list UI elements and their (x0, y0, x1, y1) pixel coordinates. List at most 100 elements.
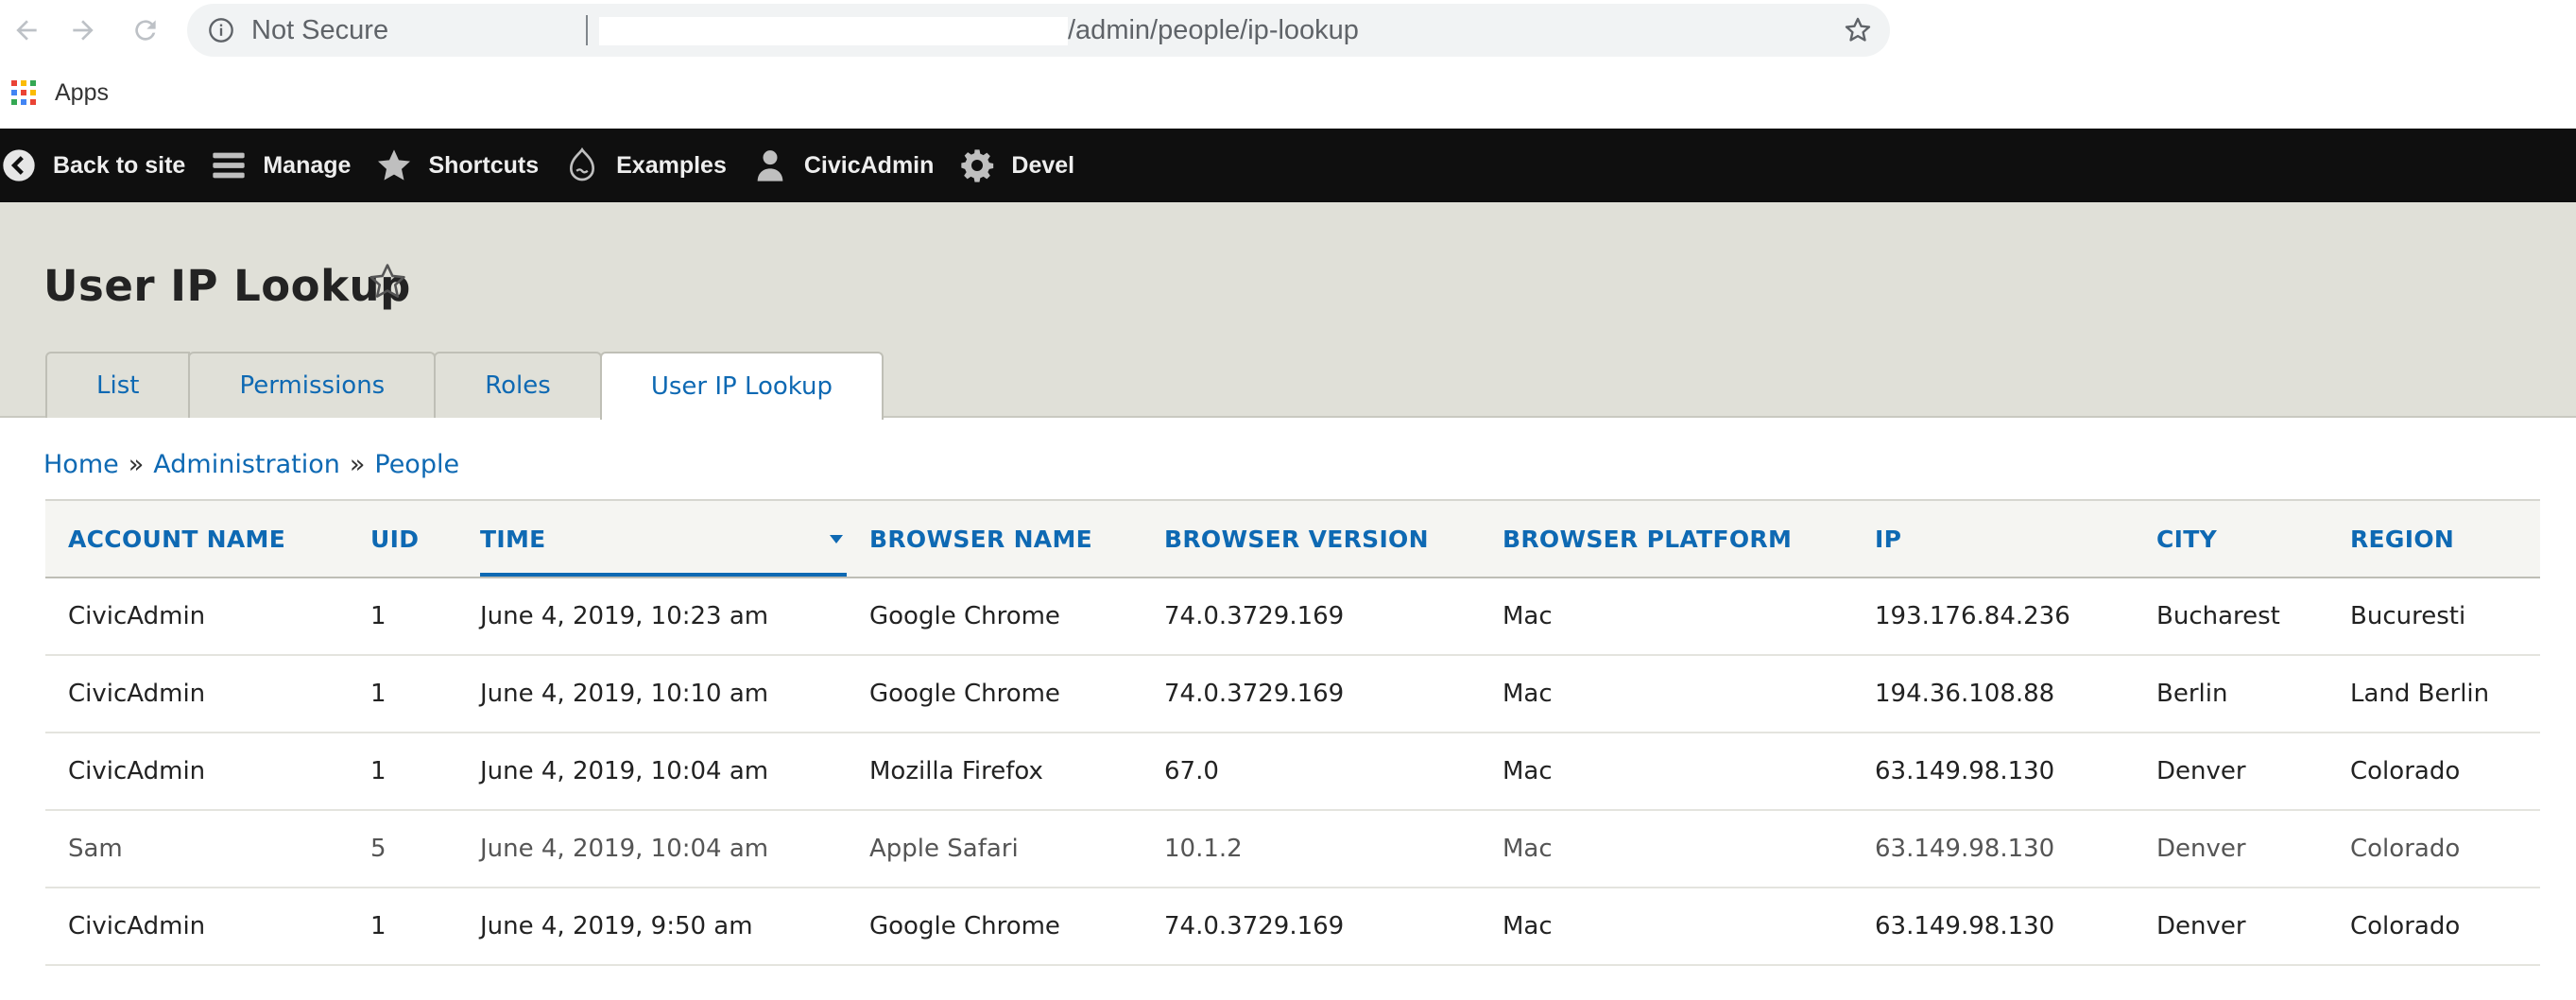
cell-ip: 63.149.98.130 (1875, 912, 2055, 940)
cell-uid: 5 (370, 835, 386, 863)
toolbar-manage[interactable]: Manage (210, 129, 375, 202)
tab-user-ip-lookup-label: User IP Lookup (650, 372, 833, 401)
apps-label: Apps (55, 78, 109, 106)
cell-browser-name: Mozilla Firefox (869, 757, 1043, 785)
tab-roles[interactable]: Roles (434, 352, 602, 418)
cell-region: Colorado (2350, 757, 2461, 785)
page-header: User IP Lookup List Permissions Roles Us… (0, 202, 2576, 420)
apps-grid-icon (11, 80, 36, 105)
address-separator (586, 15, 588, 45)
apps-grid-dot (21, 80, 26, 86)
cell-city: Berlin (2156, 680, 2228, 708)
table-header-row: ACCOUNT NAME UID TIME BROWSER NAME BROWS… (45, 500, 2540, 578)
tab-roles-label: Roles (485, 371, 551, 400)
toolbar-shortcuts[interactable]: Shortcuts (375, 129, 563, 202)
tab-list[interactable]: List (45, 352, 191, 418)
address-bar[interactable]: Not Secure /admin/people/ip-lookup (187, 4, 1890, 57)
cell-uid: 1 (370, 602, 386, 630)
primary-tabs: List Permissions Roles User IP Lookup (45, 352, 884, 420)
reload-button[interactable] (127, 11, 164, 49)
apps-grid-dot (21, 99, 26, 105)
cell-region: Colorado (2350, 835, 2461, 863)
apps-grid-dot (30, 99, 36, 105)
cell-region: Bucuresti (2350, 602, 2466, 630)
cell-browser-platform: Mac (1503, 757, 1553, 785)
toolbar-user-label: CivicAdmin (803, 151, 935, 179)
cell-browser-version: 74.0.3729.169 (1164, 912, 1345, 940)
cell-browser-version: 10.1.2 (1164, 835, 1243, 863)
toolbar-examples-label: Examples (616, 151, 727, 179)
toolbar-user[interactable]: CivicAdmin (751, 129, 959, 202)
cell-ip: 63.149.98.130 (1875, 757, 2055, 785)
cell-browser-name: Apple Safari (869, 835, 1019, 863)
cell-browser-platform: Mac (1503, 912, 1553, 940)
info-icon[interactable] (208, 17, 234, 43)
admin-toolbar: Back to site Manage Shortcuts Examples C… (0, 129, 2576, 202)
back-circle-icon (0, 147, 38, 184)
cell-time: June 4, 2019, 10:23 am (480, 602, 769, 630)
column-browser-name[interactable]: BROWSER NAME (847, 500, 1142, 578)
reload-icon (135, 20, 156, 41)
cell-uid: 1 (370, 680, 386, 708)
security-label[interactable]: Not Secure (251, 15, 388, 46)
tab-permissions-label: Permissions (239, 371, 386, 400)
arrow-right-icon (73, 20, 94, 41)
cell-browser-platform: Mac (1503, 602, 1553, 630)
column-ip[interactable]: IP (1852, 500, 2134, 578)
table-row: CivicAdmin 1 June 4, 2019, 10:04 am Mozi… (45, 733, 2540, 810)
sort-descending-icon (830, 535, 843, 543)
cell-account-name: CivicAdmin (68, 757, 206, 785)
cell-region: Colorado (2350, 912, 2461, 940)
breadcrumb: Home » Administration » People (43, 450, 459, 479)
toolbar-devel[interactable]: Devel (958, 129, 1099, 202)
cell-region: Land Berlin (2350, 680, 2490, 708)
forward-button[interactable] (64, 11, 102, 49)
table-row: Sam 5 June 4, 2019, 10:04 am Apple Safar… (45, 810, 2540, 888)
cell-account-name: CivicAdmin (68, 680, 206, 708)
column-browser-platform[interactable]: BROWSER PLATFORM (1480, 500, 1852, 578)
breadcrumb-home[interactable]: Home (43, 450, 119, 479)
back-button[interactable] (8, 11, 45, 49)
url-text[interactable]: /admin/people/ip-lookup (1068, 15, 1359, 46)
tab-user-ip-lookup[interactable]: User IP Lookup (599, 352, 884, 420)
redacted-host (599, 17, 1068, 45)
cell-uid: 1 (370, 757, 386, 785)
breadcrumb-separator: » (128, 450, 145, 479)
column-account-name[interactable]: ACCOUNT NAME (45, 500, 348, 578)
sort-indicator (480, 573, 847, 577)
column-region[interactable]: REGION (2327, 500, 2540, 578)
cell-city: Denver (2156, 912, 2246, 940)
breadcrumb-people[interactable]: People (374, 450, 459, 479)
bookmark-star-icon[interactable] (1843, 15, 1873, 45)
tab-permissions[interactable]: Permissions (188, 352, 437, 418)
cell-ip: 63.149.98.130 (1875, 835, 2055, 863)
cell-time: June 4, 2019, 9:50 am (480, 912, 753, 940)
apps-bookmark[interactable]: Apps (11, 76, 109, 110)
apps-grid-dot (11, 99, 17, 105)
cell-browser-platform: Mac (1503, 680, 1553, 708)
cell-browser-name: Google Chrome (869, 602, 1060, 630)
column-browser-version[interactable]: BROWSER VERSION (1142, 500, 1480, 578)
column-time[interactable]: TIME (457, 500, 847, 578)
cell-time: June 4, 2019, 10:04 am (480, 835, 769, 863)
cell-browser-version: 74.0.3729.169 (1164, 680, 1345, 708)
column-city[interactable]: CITY (2134, 500, 2327, 578)
user-icon (751, 147, 789, 184)
cell-browser-platform: Mac (1503, 835, 1553, 863)
cell-ip: 194.36.108.88 (1875, 680, 2055, 708)
breadcrumb-administration[interactable]: Administration (153, 450, 340, 479)
shortcut-star-icon[interactable] (367, 261, 408, 302)
cell-city: Denver (2156, 835, 2246, 863)
toolbar-back-to-site[interactable]: Back to site (0, 129, 210, 202)
tab-list-label: List (96, 371, 140, 400)
cell-city: Bucharest (2156, 602, 2280, 630)
column-uid[interactable]: UID (348, 500, 457, 578)
toolbar-examples[interactable]: Examples (563, 129, 751, 202)
ip-lookup-table: ACCOUNT NAME UID TIME BROWSER NAME BROWS… (45, 499, 2540, 966)
toolbar-manage-label: Manage (263, 151, 352, 179)
cell-browser-name: Google Chrome (869, 680, 1060, 708)
table-row: CivicAdmin 1 June 4, 2019, 9:50 am Googl… (45, 888, 2540, 965)
arrow-left-icon (16, 20, 37, 41)
toolbar-back-to-site-label: Back to site (53, 151, 186, 179)
apps-grid-dot (30, 90, 36, 95)
